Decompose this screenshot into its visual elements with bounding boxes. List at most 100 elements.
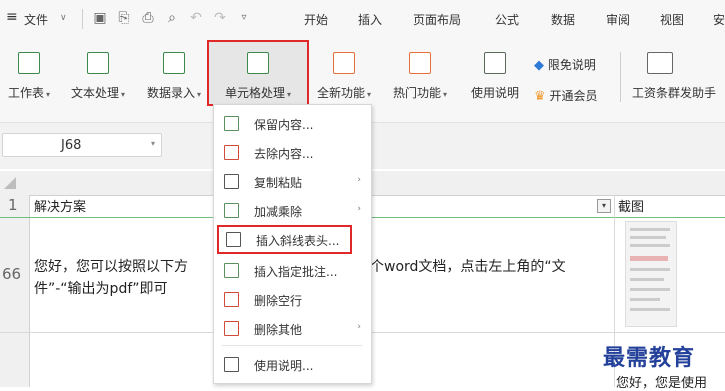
payroll-button[interactable]: 工资条群发助手 bbox=[628, 52, 725, 110]
worksheet-icon bbox=[18, 52, 40, 74]
print-preview-icon[interactable]: ⌕ bbox=[164, 10, 180, 26]
print-icon[interactable]: ⎙ bbox=[140, 10, 156, 26]
tab-review[interactable]: 审阅 bbox=[606, 11, 630, 28]
new-feature-icon bbox=[333, 52, 355, 74]
free-info-label: 限免说明 bbox=[547, 58, 596, 72]
text-process-button[interactable]: 文本处理 ▾ bbox=[62, 52, 134, 110]
header-cell-solution[interactable]: 解决方案 bbox=[34, 196, 86, 215]
new-feature-button[interactable]: 全新功能 ▾ bbox=[310, 52, 378, 110]
cell-process-dropdown: 保留内容... 去除内容... 复制粘贴 › 加减乘除 › 插入斜线表头... … bbox=[213, 104, 372, 384]
watermark-logo: 最需教育 bbox=[603, 345, 696, 371]
tab-security[interactable]: 安 bbox=[713, 11, 725, 28]
tag-icon: ◆ bbox=[534, 58, 544, 73]
menu-item-keep-content[interactable]: 保留内容... bbox=[214, 109, 371, 138]
menu-item-delete-empty-rows[interactable]: 删除空行 bbox=[214, 285, 371, 314]
tab-data[interactable]: 数据 bbox=[551, 11, 575, 28]
name-box-value: J68 bbox=[61, 138, 82, 153]
hamburger-icon[interactable]: ≡ bbox=[6, 9, 18, 25]
help-label: 使用说明 bbox=[470, 86, 519, 100]
menu-item-label: 加减乘除 bbox=[254, 205, 303, 219]
row-header-66[interactable]: 66 bbox=[0, 218, 30, 332]
redo-icon[interactable]: ↷ bbox=[212, 10, 228, 26]
worksheet-label: 工作表 bbox=[7, 86, 44, 100]
guide-icon bbox=[224, 357, 239, 372]
paste-icon bbox=[224, 174, 239, 189]
thumb-line bbox=[630, 236, 666, 239]
help-button[interactable]: 使用说明 bbox=[464, 52, 526, 110]
cell-text-line1-right: 个word文档，点击左上角的“文 bbox=[370, 259, 566, 275]
cell-text-line1: 您好，您可以按照以下方 bbox=[34, 259, 188, 275]
menu-item-copy-paste[interactable]: 复制粘贴 › bbox=[214, 167, 371, 196]
file-chevron-down-icon[interactable]: ∨ bbox=[60, 13, 67, 23]
remove-content-icon bbox=[224, 145, 239, 160]
menu-item-remove-content[interactable]: 去除内容... bbox=[214, 138, 371, 167]
thumb-line bbox=[630, 278, 664, 281]
select-all-corner[interactable] bbox=[4, 177, 16, 189]
payroll-icon bbox=[646, 52, 673, 74]
delete-other-icon bbox=[224, 321, 239, 336]
worksheet-button[interactable]: 工作表 ▾ bbox=[0, 52, 58, 110]
submenu-arrow-icon: › bbox=[357, 322, 361, 332]
tab-view[interactable]: 视图 bbox=[660, 11, 684, 28]
calculator-icon bbox=[224, 203, 239, 218]
data-entry-button[interactable]: 数据录入 ▾ bbox=[138, 52, 210, 110]
filter-dropdown-icon[interactable]: ▾ bbox=[597, 199, 611, 213]
thumb-line bbox=[630, 228, 670, 231]
menu-item-insert-diagonal-header[interactable]: 插入斜线表头... bbox=[217, 225, 352, 254]
name-box[interactable]: J68 ▾ bbox=[2, 133, 162, 157]
hot-feature-button[interactable]: 热门功能 ▾ bbox=[384, 52, 456, 110]
cell-process-button[interactable]: 单元格处理 ▾ bbox=[211, 52, 305, 110]
menu-item-delete-other[interactable]: 删除其他 › bbox=[214, 314, 371, 343]
divider bbox=[620, 52, 621, 102]
menu-item-label: 插入斜线表头... bbox=[256, 234, 340, 248]
menu-item-label: 使用说明... bbox=[254, 359, 314, 373]
menu-item-label: 删除其他 bbox=[254, 323, 303, 337]
divider bbox=[82, 9, 83, 29]
row-number: 1 bbox=[8, 196, 18, 214]
menu-divider bbox=[222, 345, 362, 346]
menu-item-label: 插入指定批注... bbox=[254, 265, 338, 279]
file-menu[interactable]: 文件 bbox=[24, 11, 48, 28]
hot-feature-label: 热门功能 bbox=[392, 86, 441, 100]
menu-item-insert-comment[interactable]: 插入指定批注... bbox=[214, 256, 371, 285]
menu-item-arithmetic[interactable]: 加减乘除 › bbox=[214, 196, 371, 225]
cell-process-icon bbox=[247, 52, 269, 74]
export-icon[interactable]: ⎘ bbox=[116, 10, 132, 26]
thumb-line bbox=[630, 288, 670, 291]
tab-formulas[interactable]: 公式 bbox=[495, 11, 519, 28]
thumb-highlight bbox=[630, 256, 668, 261]
screenshot-thumbnail[interactable] bbox=[625, 221, 677, 327]
vip-label: 开通会员 bbox=[549, 89, 598, 103]
comment-icon bbox=[224, 263, 239, 278]
menu-item-usage-guide[interactable]: 使用说明... bbox=[214, 350, 371, 379]
menu-item-label: 删除空行 bbox=[254, 294, 303, 308]
quick-access-dropdown-icon[interactable]: ▿ bbox=[236, 10, 252, 26]
data-entry-icon bbox=[163, 52, 185, 74]
save-icon[interactable]: ▣ bbox=[92, 10, 108, 26]
tab-home[interactable]: 开始 bbox=[304, 11, 328, 28]
text-process-label: 文本处理 bbox=[70, 86, 119, 100]
text-process-icon bbox=[87, 52, 109, 74]
row-number: 66 bbox=[2, 265, 22, 283]
hot-feature-icon bbox=[409, 52, 431, 74]
free-info-button[interactable]: ◆ 限免说明 bbox=[534, 56, 596, 73]
vip-button[interactable]: ♛ 开通会员 bbox=[534, 87, 598, 104]
header-cell-screenshot[interactable]: 截图 bbox=[618, 196, 644, 215]
menu-item-label: 去除内容... bbox=[254, 147, 314, 161]
next-cell-text[interactable]: 您好，您是使用 bbox=[616, 372, 707, 391]
thumb-line bbox=[630, 298, 660, 301]
crown-icon: ♛ bbox=[534, 89, 546, 104]
row-header-67[interactable] bbox=[0, 333, 30, 387]
row-header-1[interactable]: 1 bbox=[0, 195, 30, 217]
help-icon bbox=[484, 52, 506, 74]
new-feature-label: 全新功能 bbox=[316, 86, 365, 100]
data-entry-label: 数据录入 bbox=[146, 86, 195, 100]
undo-icon[interactable]: ↶ bbox=[188, 10, 204, 26]
cell-process-label: 单元格处理 bbox=[224, 86, 285, 100]
cell-text-line2: 件”-“输出为pdf”即可 bbox=[34, 281, 168, 297]
name-box-chevron-down-icon[interactable]: ▾ bbox=[151, 139, 155, 148]
tab-insert[interactable]: 插入 bbox=[358, 11, 382, 28]
tab-page-layout[interactable]: 页面布局 bbox=[413, 11, 461, 28]
thumb-line bbox=[630, 244, 670, 247]
delete-rows-icon bbox=[224, 292, 239, 307]
